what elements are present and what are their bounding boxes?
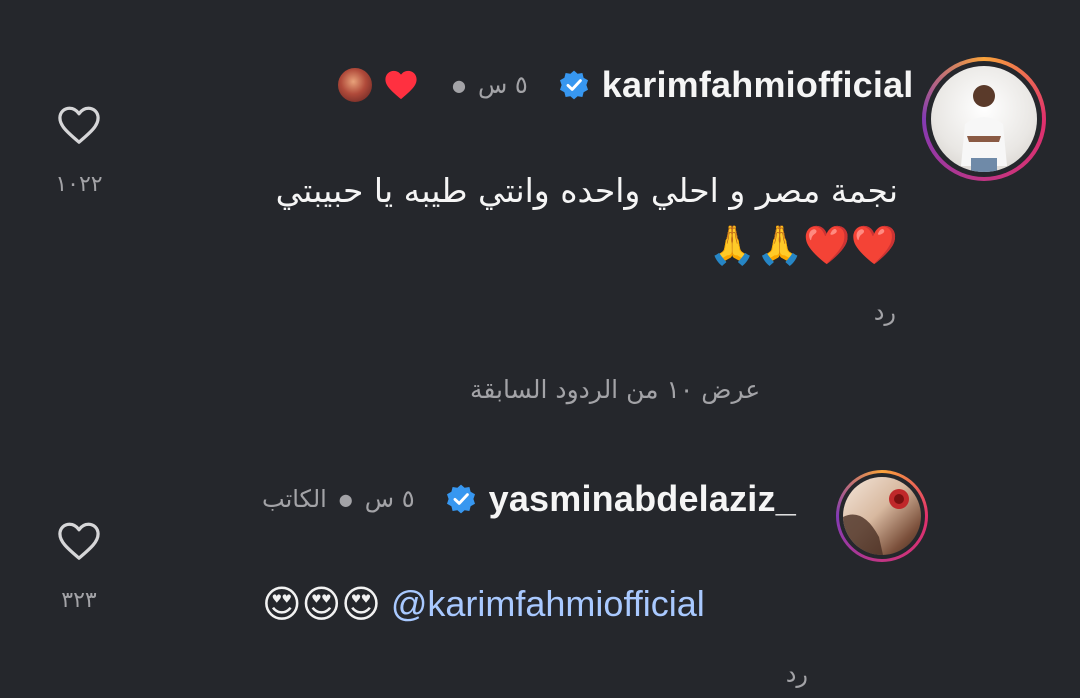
separator-dot: ● — [338, 489, 353, 509]
comment-emojis: ❤️❤️🙏🙏 — [708, 223, 898, 267]
like-count: ١٠٢٢ — [55, 172, 103, 197]
comment-time: ٥ س — [477, 71, 528, 99]
comment-emojis: 😍😍😍 — [262, 582, 381, 626]
separator-dot: ● — [452, 75, 466, 95]
verified-badge-icon — [445, 483, 477, 515]
comment-header: ● ٥ س karimfahmiofficial — [336, 64, 914, 106]
comment-username[interactable]: yasminabdelaziz_ — [489, 478, 796, 520]
avatar-karimfahmiofficial[interactable] — [922, 57, 1046, 181]
comment-text: نجمة مصر و احلي واحده وانتي طيبه يا حبيب… — [275, 171, 898, 210]
view-previous-replies-link[interactable]: عرض ١٠ من الردود السابقة — [470, 375, 760, 404]
verified-badge-icon — [558, 69, 590, 101]
avatar-yasminabdelaziz[interactable] — [836, 470, 928, 562]
mention-link[interactable]: @karimfahmiofficial — [391, 583, 705, 625]
comment-username[interactable]: karimfahmiofficial — [602, 64, 914, 106]
reply-button[interactable]: رد — [786, 660, 808, 688]
comments-view: ● ٥ س karimfahmiofficial نجمة مصر و احلي… — [0, 0, 1080, 698]
reply-button[interactable]: رد — [874, 298, 896, 326]
comment-header: الكاتب ● ٥ س yasminabdelaziz_ — [262, 478, 796, 520]
heart-outline-icon[interactable] — [56, 104, 102, 146]
like-count: ٣٢٣ — [61, 588, 97, 613]
heart-outline-icon[interactable] — [56, 520, 102, 562]
comment-body: نجمة مصر و احلي واحده وانتي طيبه يا حبيب… — [138, 164, 898, 272]
comment-body: 😍😍😍 @karimfahmiofficial — [262, 582, 705, 626]
author-badge: الكاتب — [262, 485, 327, 513]
liker-avatar — [336, 66, 374, 104]
comment-time: ٥ س — [364, 485, 415, 513]
red-heart-icon — [385, 70, 417, 100]
